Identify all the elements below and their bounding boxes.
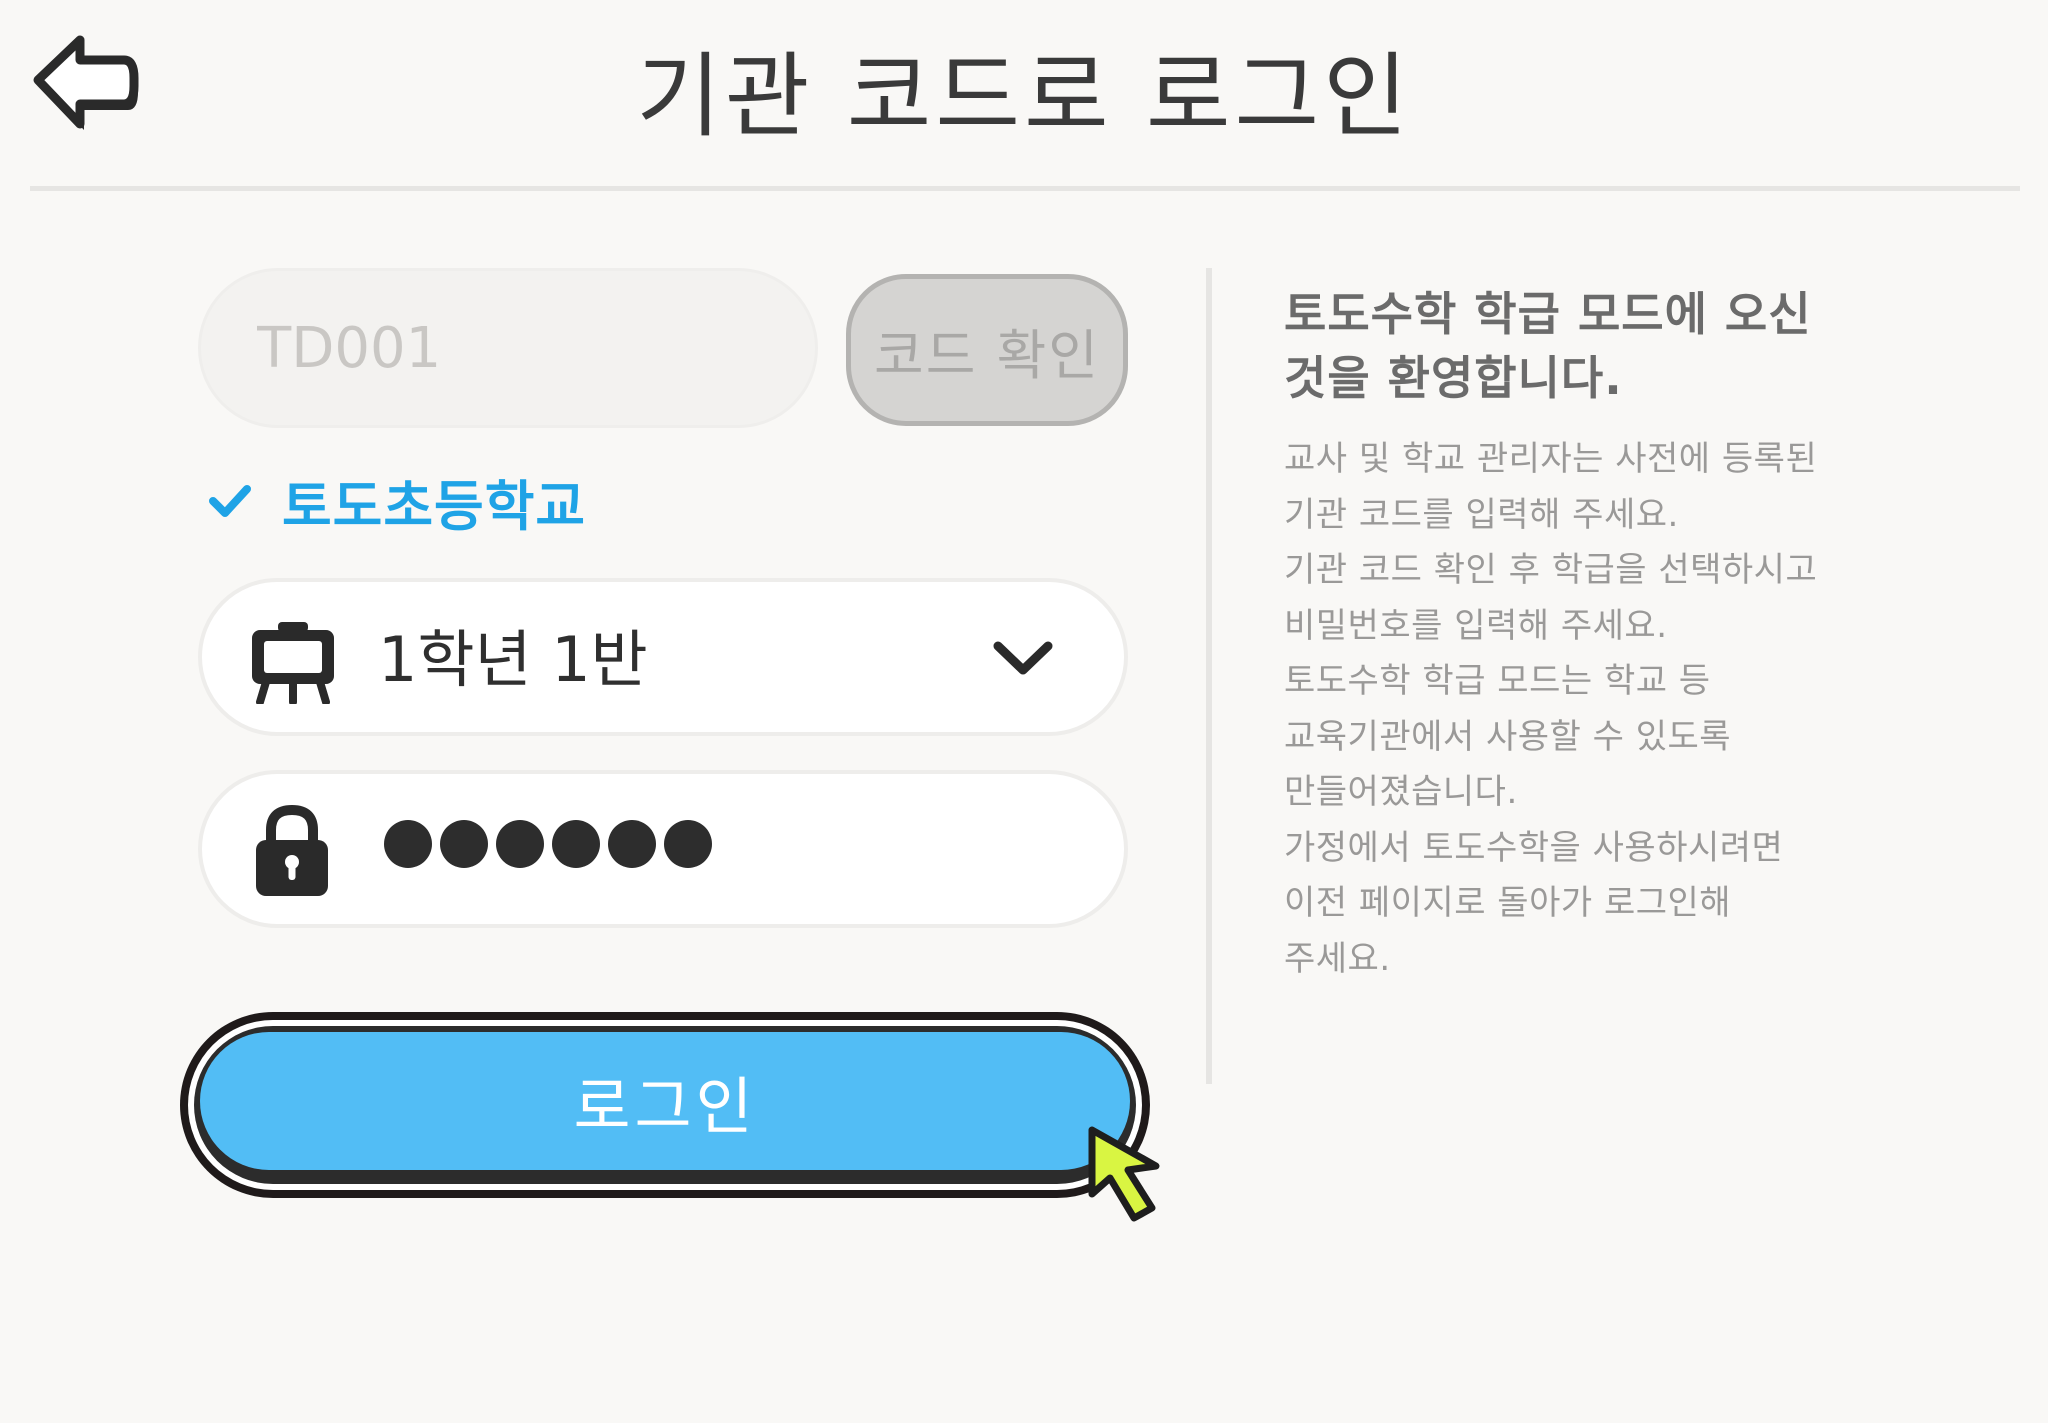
login-page: 기관 코드로 로그인 코드 확인 토도초등학교 1학년 1반 [0, 0, 2048, 1423]
login-button-label: 로그인 [573, 1070, 757, 1143]
vertical-divider [1206, 268, 1212, 1084]
description-line: 주세요. [1284, 938, 1391, 979]
class-select[interactable]: 1학년 1반 [198, 578, 1128, 736]
login-button[interactable]: 로그인 [180, 1012, 1150, 1198]
selected-class: 1학년 1반 [378, 623, 648, 696]
login-button-face: 로그인 [200, 1032, 1130, 1170]
confirm-code-label: 코드 확인 [874, 323, 1100, 387]
password-dot [496, 820, 544, 868]
password-dot [664, 820, 712, 868]
welcome-title-line: 것을 환영합니다. [1284, 351, 1623, 405]
welcome-title: 토도수학 학급 모드에 오신 것을 환영합니다. [1284, 282, 1844, 410]
description-line: 토도수학 학급 모드는 학교 등 [1284, 661, 1711, 701]
chevron-down-icon [993, 641, 1053, 675]
password-mask [384, 820, 712, 868]
description-line: 만들어졌습니다. [1284, 772, 1518, 812]
lock-icon [256, 804, 328, 896]
password-dot [440, 820, 488, 868]
page-title: 기관 코드로 로그인 [636, 43, 1412, 150]
description-line: 가정에서 토도수학을 사용하시려면 [1284, 827, 1784, 868]
description-line: 기관 코드 확인 후 학급을 선택하시고 [1284, 550, 1818, 590]
login-button-border: 로그인 [188, 1020, 1142, 1190]
welcome-description: 교사 및 학교 관리자는 사전에 등록된 기관 코드를 입력해 주세요. 기관 … [1284, 432, 1904, 987]
password-masked-value: ●●●●●● [202, 774, 203, 775]
description-line: 교육기관에서 사용할 수 있도록 [1284, 716, 1732, 757]
school-name: 토도초등학교 [282, 474, 587, 538]
password-dot [384, 820, 432, 868]
login-button-shadow: 로그인 [194, 1026, 1136, 1184]
description-line: 기관 코드를 입력해 주세요. [1284, 494, 1679, 535]
verified-school: 토도초등학교 [208, 466, 586, 538]
header-divider [30, 186, 2020, 191]
welcome-title-line: 토도수학 학급 모드에 오신 [1284, 287, 1812, 341]
description-line: 교사 및 학교 관리자는 사전에 등록된 [1284, 439, 1818, 479]
class-board-icon [252, 622, 334, 704]
institution-code-input[interactable] [198, 268, 818, 428]
password-field[interactable]: ●●●●●● [198, 770, 1128, 928]
confirm-code-button[interactable]: 코드 확인 [846, 274, 1128, 426]
password-dot [608, 820, 656, 868]
pointer-cursor-icon [1088, 1126, 1160, 1222]
description-line: 이전 페이지로 돌아가 로그인해 [1284, 883, 1732, 923]
password-dot [552, 820, 600, 868]
description-line: 비밀번호를 입력해 주세요. [1284, 605, 1668, 646]
check-icon [209, 485, 251, 517]
